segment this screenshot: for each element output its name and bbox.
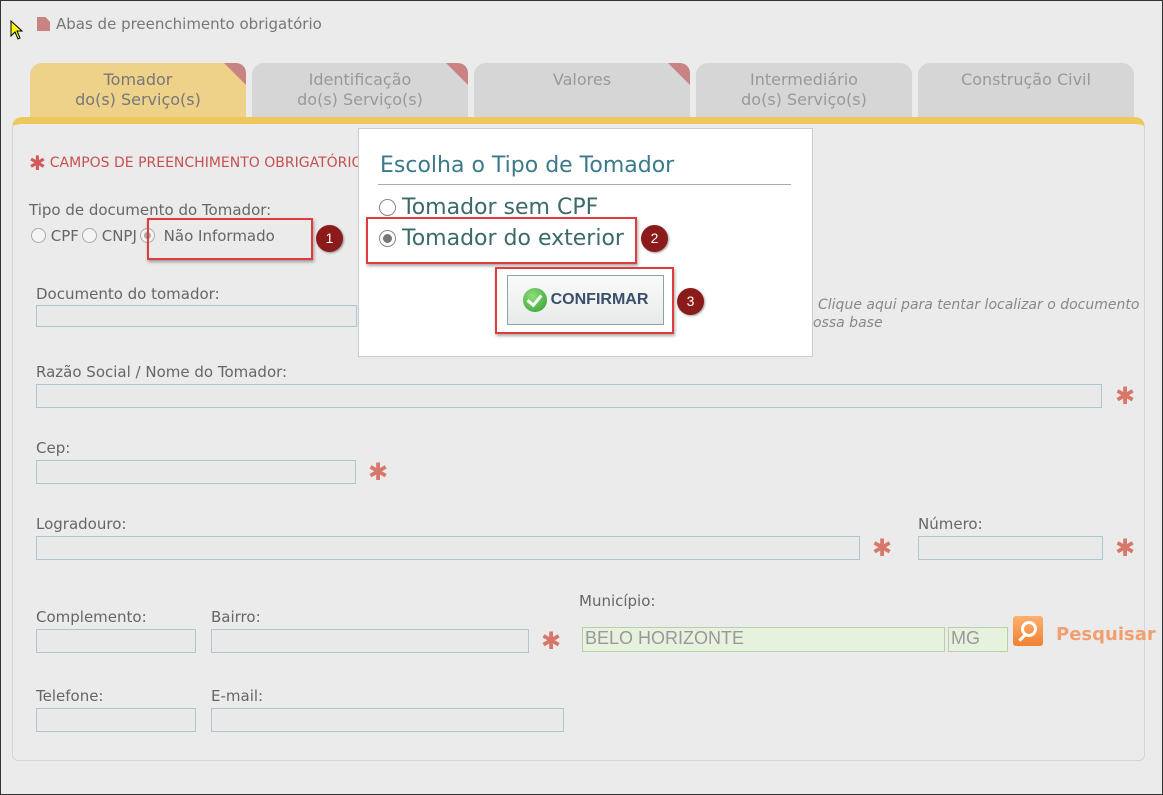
tab-label: Identificação <box>308 70 412 89</box>
telefone-input[interactable] <box>36 708 196 732</box>
logradouro-label: Logradouro: <box>36 515 127 533</box>
required-asterisk-icon: ✱ <box>541 627 562 655</box>
asterisk-icon: ✱ <box>29 151 46 175</box>
mandatory-marker-icon <box>37 17 50 31</box>
razao-social-input[interactable] <box>36 384 1102 408</box>
required-asterisk-icon: ✱ <box>872 534 893 562</box>
step-badge-2: 2 <box>641 225 668 252</box>
mouse-cursor-icon <box>10 20 24 40</box>
highlight-box-3 <box>495 267 674 334</box>
tab-valores[interactable]: Valores <box>474 63 690 117</box>
tab-label: do(s) Serviço(s) <box>297 90 423 109</box>
required-heading-text: CAMPOS DE PREENCHIMENTO OBRIGATÓRIO <box>49 155 363 171</box>
municipio-label: Município: <box>579 592 656 610</box>
tab-label: Valores <box>552 70 612 89</box>
required-asterisk-icon: ✱ <box>1115 382 1136 410</box>
required-fields-heading: ✱ CAMPOS DE PREENCHIMENTO OBRIGATÓRIO <box>29 151 363 175</box>
razao-social-label: Razão Social / Nome do Tomador: <box>36 363 288 381</box>
legend-text: Abas de preenchimento obrigatório <box>56 15 322 33</box>
logradouro-input[interactable] <box>36 536 860 560</box>
cep-input[interactable] <box>36 460 356 484</box>
radio-cpf-label: CPF <box>50 227 79 245</box>
cep-label: Cep: <box>36 439 71 457</box>
radio-sem-cpf[interactable] <box>379 199 396 216</box>
numero-label: Número: <box>918 515 983 533</box>
radio-cnpj-label: CNPJ <box>101 227 137 245</box>
bairro-input[interactable] <box>211 629 529 653</box>
step-badge-1: 1 <box>316 225 343 252</box>
mandatory-tabs-legend: Abas de preenchimento obrigatório <box>37 15 322 33</box>
tab-construcao-civil[interactable]: Construção Civil <box>918 63 1134 117</box>
search-button-label[interactable]: Pesquisar <box>1056 624 1156 645</box>
doc-type-label: Tipo de documento do Tomador: <box>29 201 272 219</box>
complemento-input[interactable] <box>36 629 196 653</box>
numero-input[interactable] <box>918 536 1103 560</box>
tab-identificacao[interactable]: Identificação do(s) Serviço(s) <box>252 63 468 117</box>
complemento-label: Complemento: <box>36 608 147 626</box>
document-hint-line2[interactable]: ossa base <box>813 315 883 331</box>
radio-cnpj[interactable] <box>81 228 97 243</box>
required-asterisk-icon: ✱ <box>368 458 389 486</box>
tab-label: do(s) Serviço(s) <box>75 90 201 109</box>
document-hint-line1[interactable]: Clique aqui para tentar localizar o docu… <box>818 297 1139 313</box>
email-input[interactable] <box>211 708 564 732</box>
radio-cpf[interactable] <box>31 228 46 243</box>
email-label: E-mail: <box>211 687 264 705</box>
telefone-label: Telefone: <box>36 687 104 705</box>
document-input[interactable] <box>36 305 357 327</box>
tab-tomador[interactable]: Tomador do(s) Serviço(s) <box>30 63 246 117</box>
required-asterisk-icon: ✱ <box>1115 534 1136 562</box>
bairro-label: Bairro: <box>211 608 261 626</box>
highlight-box-1 <box>147 218 313 260</box>
page-frame: Abas de preenchimento obrigatório Tomado… <box>0 0 1163 795</box>
tab-label: Tomador <box>103 70 173 89</box>
tab-label: Intermediário <box>750 70 858 89</box>
search-icon[interactable] <box>1013 616 1043 646</box>
document-label: Documento do tomador: <box>36 285 220 303</box>
dialog-title: Escolha o Tipo de Tomador <box>380 153 675 178</box>
tab-label: do(s) Serviço(s) <box>741 90 867 109</box>
step-badge-3: 3 <box>677 288 704 315</box>
highlight-box-2 <box>366 217 637 264</box>
uf-field: MG <box>948 627 1008 652</box>
municipio-field: BELO HORIZONTE <box>582 627 945 652</box>
tab-intermediario[interactable]: Intermediário do(s) Serviço(s) <box>696 63 912 117</box>
tab-label: Construção Civil <box>961 70 1091 89</box>
dialog-divider <box>378 184 791 185</box>
